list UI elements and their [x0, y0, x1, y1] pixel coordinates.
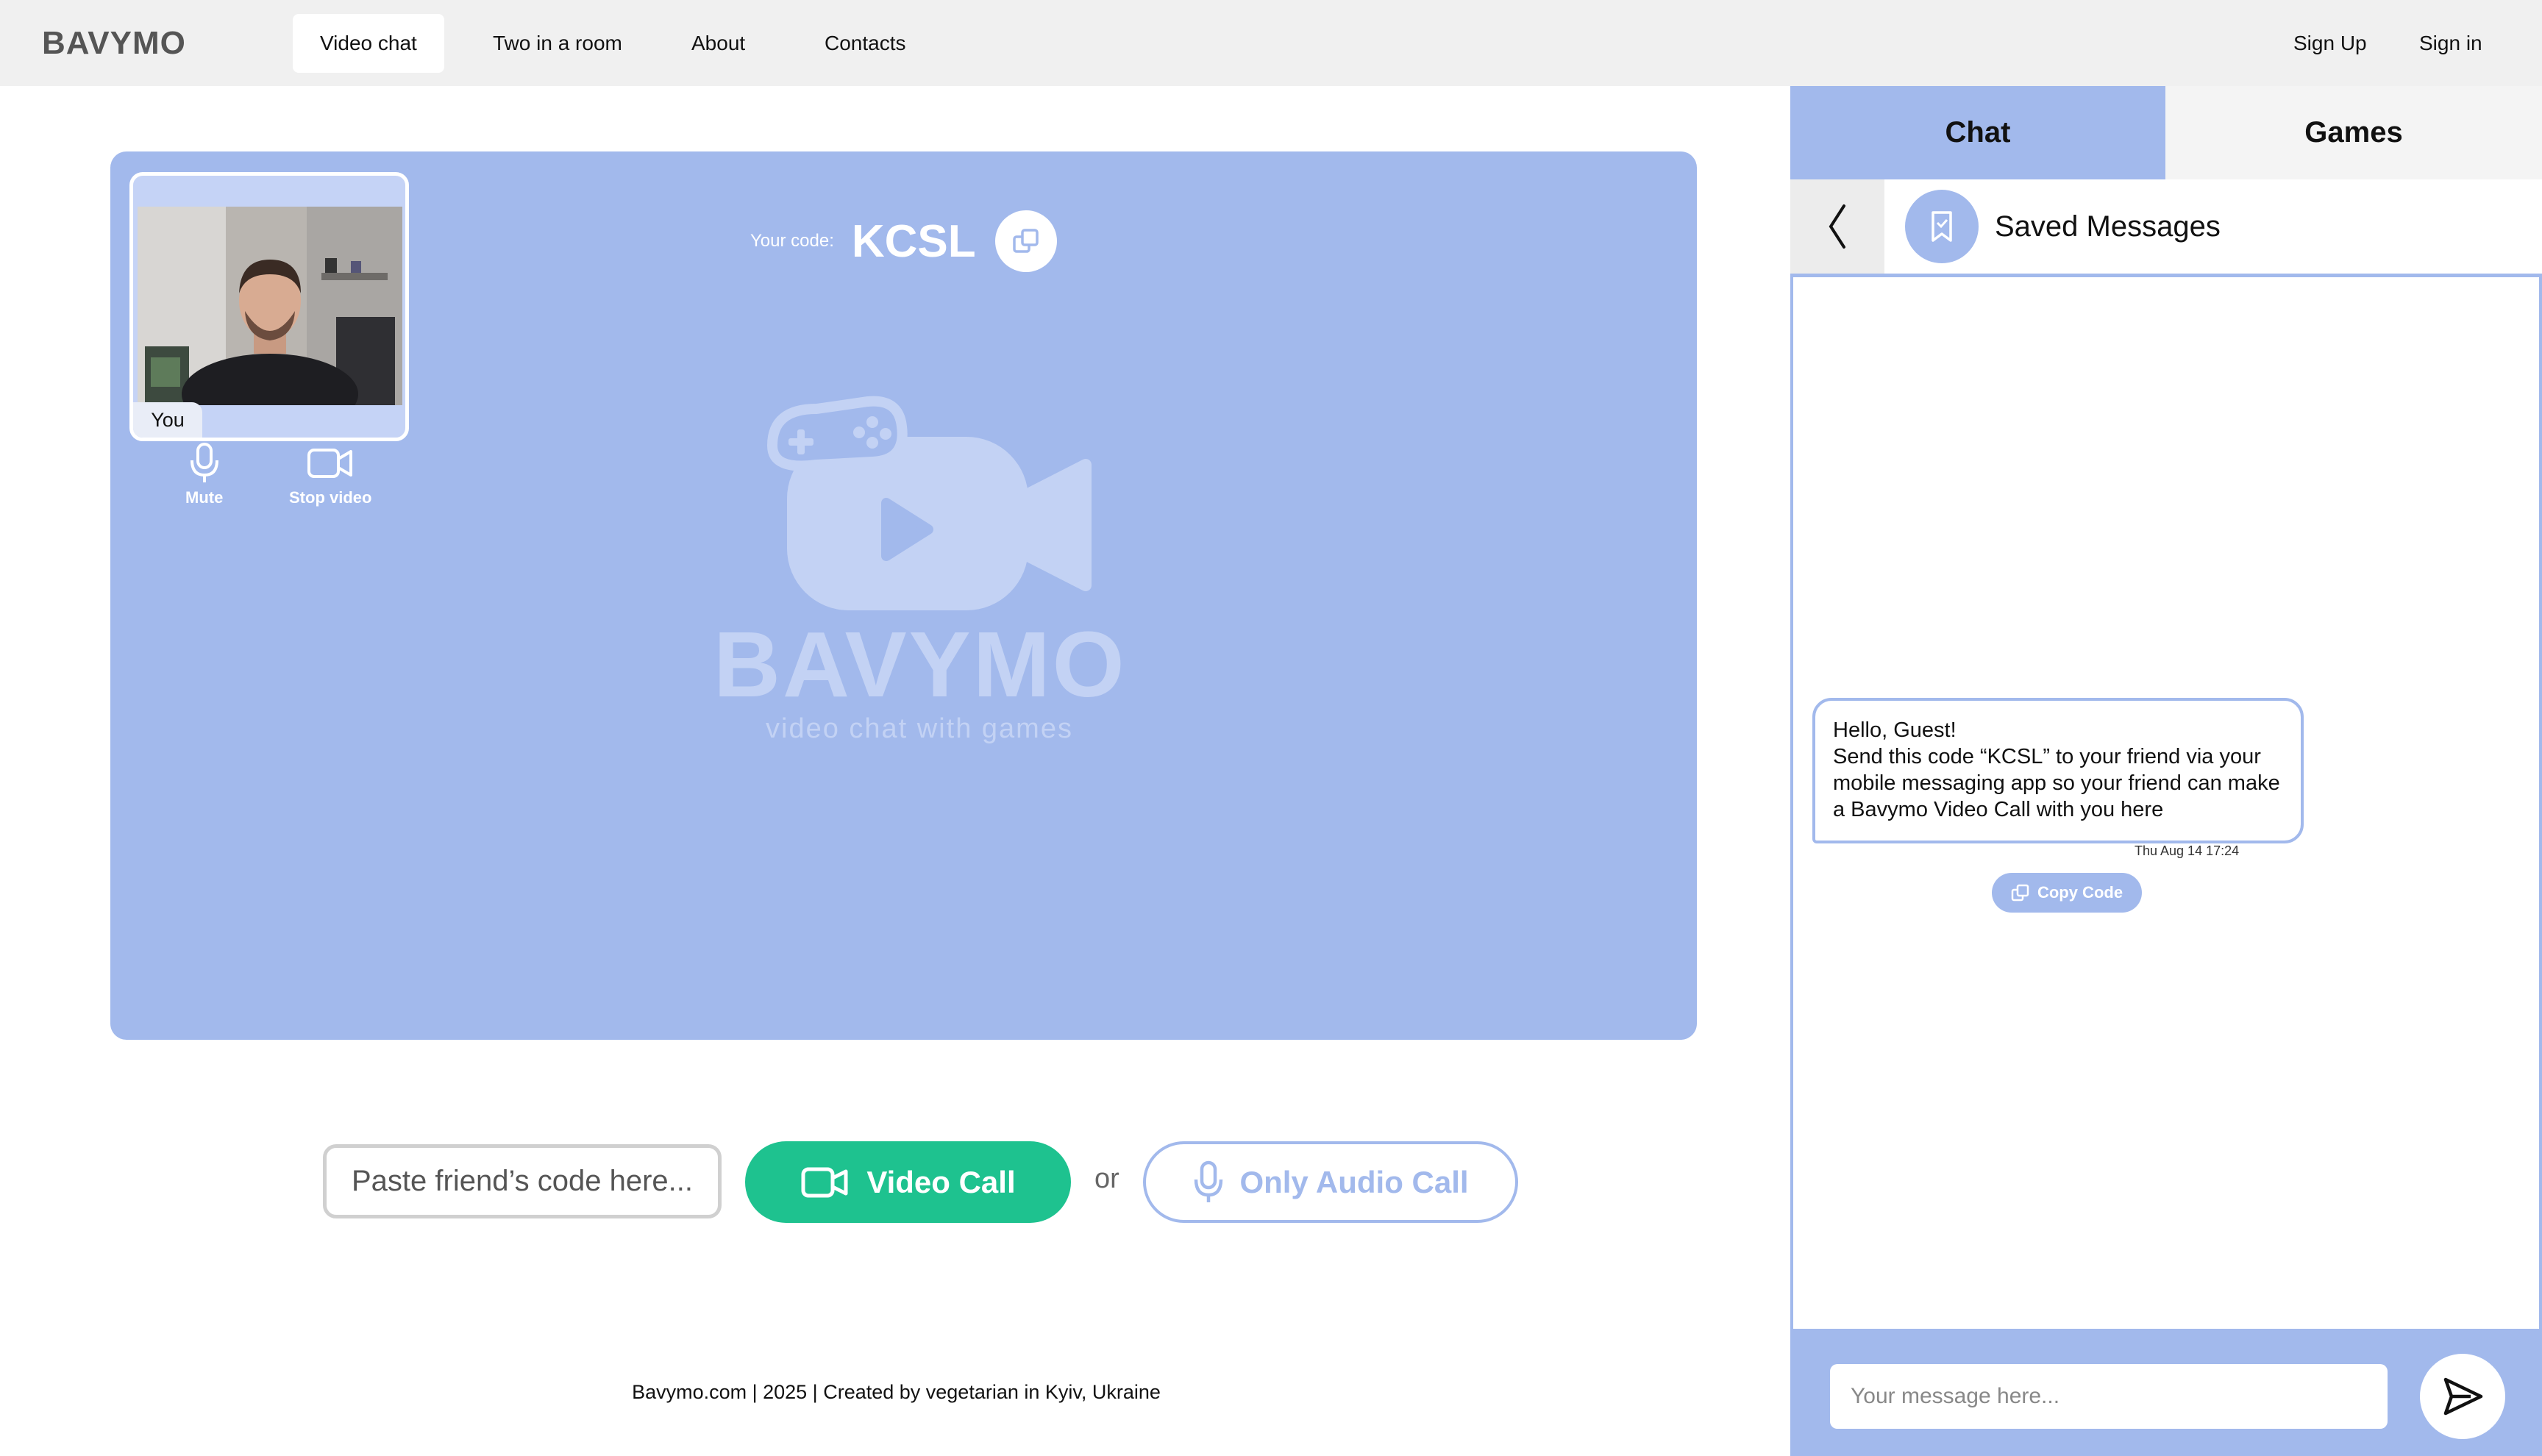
code-label: Your code: — [750, 231, 834, 251]
watermark-title: BAVYMO — [713, 613, 1127, 716]
self-label: You — [133, 402, 202, 438]
bookmark-icon — [1932, 211, 1952, 242]
tab-chat[interactable]: Chat — [1790, 86, 2165, 179]
logo[interactable]: BAVYMO — [42, 25, 186, 62]
message-bubble: Hello, Guest! Send this code “KCSL” to y… — [1812, 698, 2304, 843]
tab-games[interactable]: Games — [2165, 86, 2542, 179]
self-video-feed — [138, 207, 402, 405]
stop-video-label: Stop video — [289, 488, 372, 507]
mic-icon — [1195, 1160, 1223, 1202]
code-value: KCSL — [851, 215, 976, 267]
mute-button[interactable]: Mute — [185, 443, 223, 507]
video-camera-icon — [307, 449, 353, 478]
send-icon — [2443, 1377, 2483, 1416]
video-stage: You Mute Stop video Your code: KCSL BAVY… — [110, 151, 1697, 1040]
copy-code-label: Copy Code — [2037, 883, 2123, 902]
chat-header: Saved Messages — [1790, 179, 2542, 274]
footer-text: Bavymo.com | 2025 | Created by vegetaria… — [632, 1381, 1161, 1403]
video-camera-icon — [801, 1167, 848, 1197]
message-body: Send this code “KCSL” to your friend via… — [1833, 745, 2280, 821]
nav-video-chat[interactable]: Video chat — [293, 14, 444, 73]
copy-code-button[interactable] — [994, 210, 1057, 272]
copy-icon — [1012, 229, 1039, 253]
chat-title: Saved Messages — [1995, 210, 2221, 243]
message-list[interactable]: Hello, Guest! Send this code “KCSL” to y… — [1793, 277, 2539, 1329]
top-header: BAVYMO Video chat Two in a room About Co… — [0, 0, 2542, 86]
message-input[interactable] — [1830, 1364, 2388, 1429]
stop-video-button[interactable]: Stop video — [289, 443, 371, 507]
message-timestamp: Thu Aug 14 17:24 — [2135, 843, 2240, 858]
watermark-subtitle: video chat with games — [766, 713, 1073, 744]
saved-messages-avatar — [1905, 190, 1979, 263]
send-button[interactable] — [2420, 1354, 2505, 1439]
nav-contacts[interactable]: Contacts — [825, 0, 906, 86]
copy-icon — [2011, 884, 2029, 902]
your-code-row: Your code: KCSL — [750, 210, 1057, 272]
side-panel: Chat Games Saved Messages Hello, Guest! … — [1790, 86, 2542, 1456]
friend-code-input[interactable] — [323, 1144, 722, 1218]
video-call-button[interactable]: Video Call — [745, 1141, 1071, 1223]
mute-label: Mute — [185, 488, 224, 507]
audio-call-button[interactable]: Only Audio Call — [1143, 1141, 1518, 1223]
back-chevron-icon — [1829, 204, 1845, 249]
sign-in-link[interactable]: Sign in — [2419, 0, 2482, 86]
mic-icon — [190, 443, 218, 482]
or-separator: or — [1094, 1163, 1119, 1194]
nav-about[interactable]: About — [691, 0, 745, 86]
message-greeting: Hello, Guest! — [1833, 718, 1957, 742]
gamepad-camera-logo — [766, 396, 1092, 610]
back-button[interactable] — [1790, 179, 1884, 274]
nav-two-in-a-room[interactable]: Two in a room — [493, 0, 622, 86]
audio-call-label: Only Audio Call — [1239, 1164, 1469, 1199]
copy-code-chip[interactable]: Copy Code — [1992, 873, 2142, 913]
bavymo-watermark: BAVYMO video chat with games — [713, 394, 1125, 745]
video-call-label: Video Call — [866, 1164, 1016, 1199]
sign-up-link[interactable]: Sign Up — [2293, 0, 2367, 86]
self-video-tile[interactable]: You — [129, 172, 409, 441]
